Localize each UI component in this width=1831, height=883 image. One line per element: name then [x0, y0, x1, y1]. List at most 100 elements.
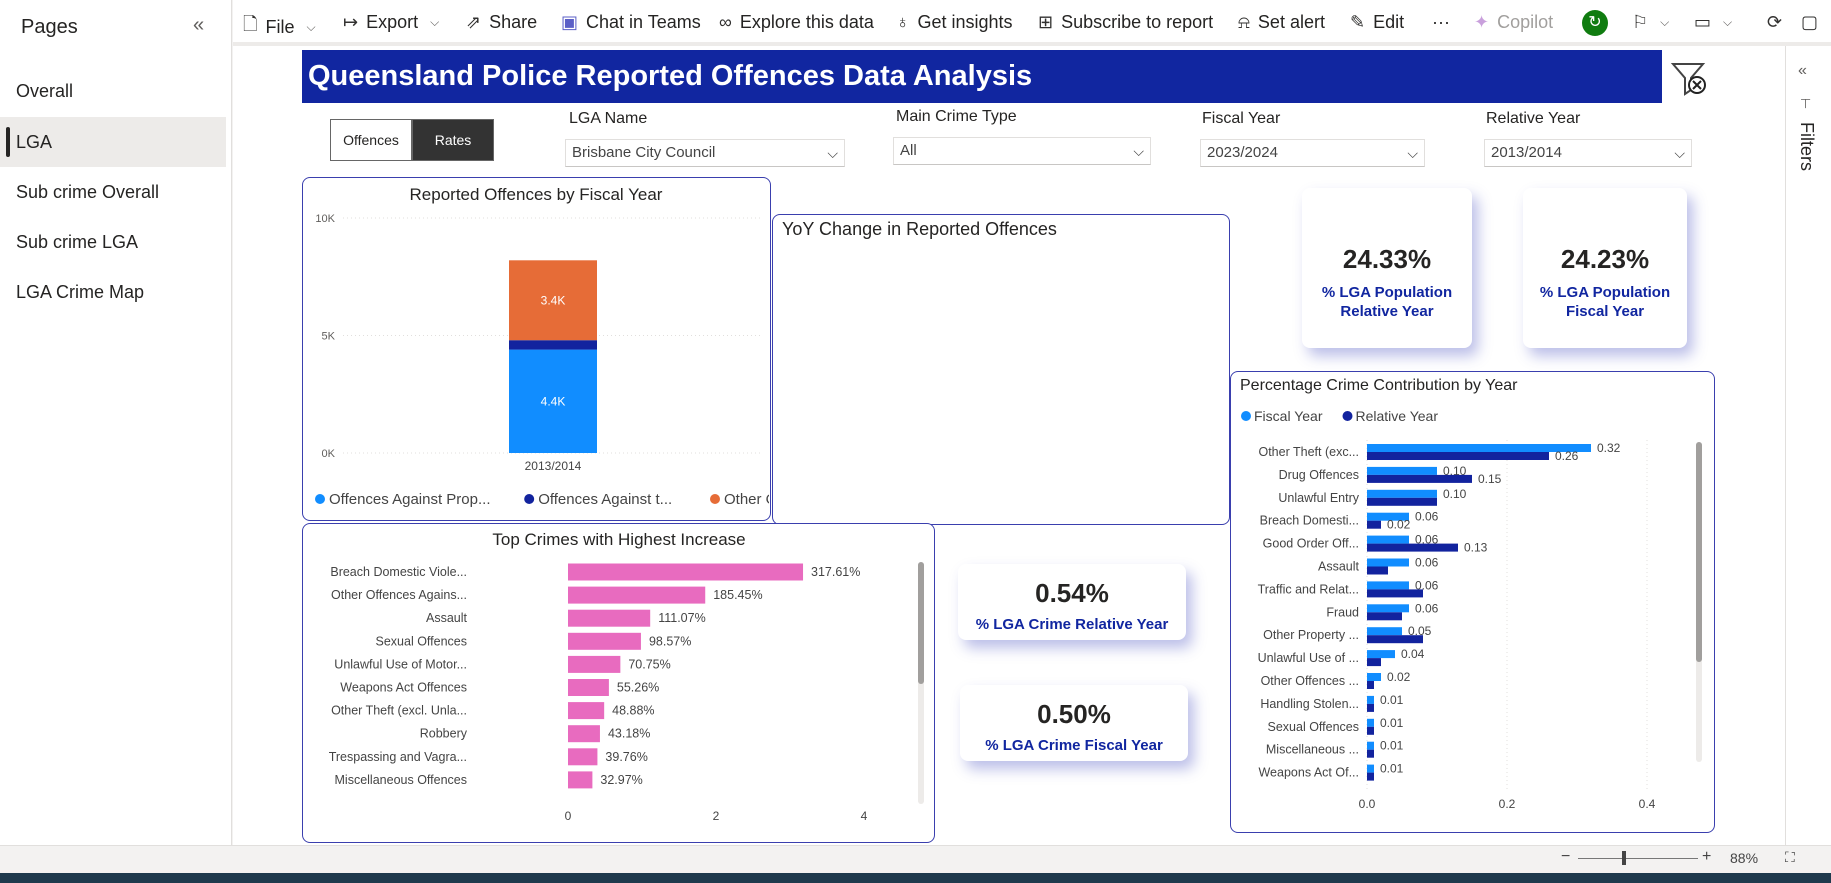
page-item-overall[interactable]: Overall [0, 66, 226, 116]
bar [568, 771, 593, 789]
data-label: 0.01 [1380, 716, 1404, 730]
refresh-status-icon[interactable]: ↻ [1582, 10, 1608, 36]
file-menu[interactable]: 🗋 File ⌵ [243, 12, 316, 42]
y-tick-label: 10K [315, 213, 335, 225]
data-label: 0.26 [1555, 449, 1579, 463]
bookmark-button[interactable]: ⚐ ⌵ [1632, 12, 1669, 33]
scrollbar-track[interactable] [1696, 442, 1702, 762]
relative-year-dropdown[interactable]: 2013/2014 ⌵ [1484, 139, 1692, 167]
copilot-button[interactable]: ✦ Copilot [1474, 12, 1553, 33]
crime-contribution-chart: Percentage Crime Contribution by Year Fis… [1240, 377, 1656, 811]
data-label: 70.75% [628, 657, 670, 671]
export-menu[interactable]: ↦ Export ⌵ [343, 12, 439, 33]
chart-title: Reported Offences by Fiscal Year [410, 185, 663, 204]
category-label: Sexual Offences [1268, 720, 1360, 734]
collapse-pages-icon[interactable]: « [193, 14, 204, 37]
bar [1367, 612, 1402, 621]
fiscal-year-dropdown[interactable]: 2023/2024 ⌵ [1200, 139, 1425, 167]
top-crimes-chart: Top Crimes with Highest Increase Breach D… [329, 530, 868, 823]
fit-to-page-icon[interactable]: ⛶ [1785, 849, 1795, 866]
category-label: Assault [426, 611, 468, 625]
kpi-label: % LGA Population Fiscal Year [1539, 284, 1671, 320]
yoy-change-title: YoY Change in Reported Offences [782, 219, 1057, 239]
yoy-change-card: YoY Change in Reported Offences [772, 214, 1230, 525]
zoom-slider[interactable] [1578, 858, 1698, 859]
taskbar-strip [0, 873, 1831, 883]
page-item-lga-crime-map[interactable]: LGA Crime Map [0, 267, 226, 317]
legend-label: Fiscal Year [1254, 408, 1323, 424]
scrollbar-thumb[interactable] [918, 562, 924, 684]
chevron-down-icon: ⌵ [1133, 143, 1144, 159]
data-label: 185.45% [713, 588, 762, 602]
set-alert-button[interactable]: ⍾ Set alert [1238, 12, 1325, 33]
category-label: Other Property ... [1263, 628, 1359, 642]
bar [1367, 741, 1374, 750]
category-label: Unlawful Use of Motor... [334, 657, 467, 671]
toggle-rates-button[interactable]: Rates [412, 119, 494, 161]
top-crimes-card: Top Crimes with Highest Increase Breach D… [302, 523, 935, 843]
bar [1367, 474, 1472, 483]
category-label: Other Theft (excl. Unla... [331, 704, 467, 718]
share-icon: ⇗ [466, 12, 482, 32]
chevron-down-icon: ⌵ [430, 15, 440, 29]
view-button[interactable]: ▭ ⌵ [1694, 12, 1732, 33]
x-tick-label: 2 [713, 809, 720, 823]
zoom-slider-thumb[interactable] [1622, 851, 1626, 865]
data-label: 0.10 [1443, 487, 1467, 501]
zoom-in-button[interactable]: + [1702, 848, 1711, 866]
lga-name-dropdown[interactable]: Brisbane City Council ⌵ [565, 139, 845, 167]
category-label: Assault [1318, 560, 1360, 574]
bar [1367, 489, 1437, 498]
share-button[interactable]: ⇗ Share [466, 12, 537, 33]
legend-label: Offences Against t... [538, 491, 672, 508]
subscribe-button[interactable]: ⊞ Subscribe to report [1038, 12, 1213, 33]
binoculars-icon: ∞ [719, 12, 732, 32]
legend-marker [524, 494, 535, 504]
clear-filters-icon[interactable] [1670, 60, 1706, 96]
legend-marker [1342, 411, 1353, 421]
more-options-button[interactable]: ··· [1432, 12, 1450, 33]
data-label: 43.18% [608, 727, 650, 741]
category-label: Fraud [1326, 605, 1359, 619]
scrollbar-thumb[interactable] [1696, 442, 1702, 662]
export-icon: ↦ [343, 12, 359, 32]
bar [568, 655, 621, 673]
bar [1367, 627, 1402, 636]
category-label: Trespassing and Vagra... [329, 750, 467, 764]
chat-in-teams-button[interactable]: ▣ Chat in Teams [561, 12, 701, 33]
page-item-lga[interactable]: LGA [0, 117, 226, 167]
category-label: Robbery [420, 727, 468, 741]
reported-offences-card: Reported Offences by Fiscal Year 0K 5K 10K 4… [302, 177, 825, 521]
toggle-offences-button[interactable]: Offences [330, 119, 412, 161]
category-label: Good Order Off... [1263, 537, 1359, 551]
bar [1367, 466, 1437, 475]
explore-data-button[interactable]: ∞ Explore this data [719, 12, 874, 33]
chevron-down-icon: ⌵ [1660, 15, 1670, 29]
category-label: Sexual Offences [376, 634, 468, 648]
bar [568, 609, 651, 627]
scrollbar-track[interactable] [918, 562, 924, 804]
page-item-sub-crime-overall[interactable]: Sub crime Overall [0, 167, 226, 217]
data-label: 0.15 [1478, 472, 1502, 486]
teams-icon: ▣ [561, 12, 579, 32]
bar [1367, 764, 1374, 773]
bar [1367, 703, 1374, 712]
legend-label: Offences Against Prop... [329, 491, 490, 508]
legend-marker [315, 494, 325, 504]
bookmark-icon: ⚐ [1632, 12, 1649, 32]
reload-button[interactable]: ⟳ [1767, 12, 1782, 33]
main-crime-type-dropdown[interactable]: All ⌵ [893, 137, 1151, 165]
page-item-sub-crime-lga[interactable]: Sub crime LGA [0, 217, 226, 267]
zoom-out-button[interactable]: − [1561, 848, 1570, 866]
filters-label[interactable]: Filters [1796, 122, 1817, 171]
edit-button[interactable]: ✎ Edit [1350, 12, 1404, 33]
expand-filters-icon[interactable]: « [1798, 62, 1807, 80]
data-label: 39.76% [605, 750, 647, 764]
file-icon: 🗋 [243, 14, 258, 34]
category-label: Weapons Act Of... [1258, 766, 1359, 780]
comment-button[interactable]: ▢ [1801, 12, 1818, 33]
legend-label: Relative Year [1356, 408, 1439, 424]
kpi-lga-crime-relative: 0.54% % LGA Crime Relative Year [958, 564, 1186, 640]
get-insights-button[interactable]: ♁ Get insights [896, 12, 1013, 33]
slicer-relative-year-label: Relative Year [1486, 110, 1581, 127]
